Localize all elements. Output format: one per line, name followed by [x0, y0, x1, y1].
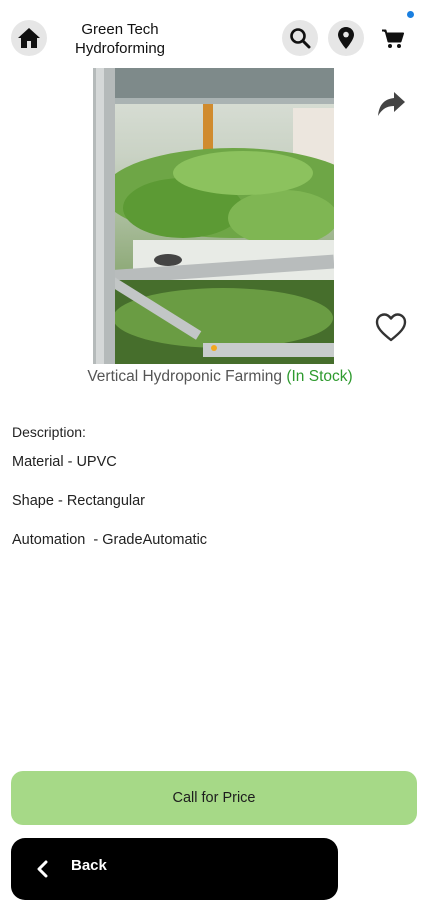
- back-label: Back: [71, 857, 107, 874]
- brand-line-2: Hydroforming: [74, 40, 166, 57]
- share-icon: [378, 92, 405, 116]
- search-button[interactable]: [282, 20, 318, 56]
- back-button[interactable]: Back: [11, 838, 338, 900]
- search-icon: [290, 28, 311, 49]
- notification-dot: [407, 11, 414, 18]
- spec-shape: Shape - Rectangular: [12, 493, 145, 509]
- stock-status: (In Stock): [286, 368, 353, 385]
- brand-name: Green Tech Hydroforming: [58, 20, 182, 58]
- home-button[interactable]: [11, 20, 47, 56]
- carousel-indicator: [211, 345, 217, 351]
- app-header: Green Tech Hydroforming: [0, 0, 427, 70]
- product-name: Vertical Hydroponic Farming: [87, 368, 283, 385]
- spec-automation: Automation - GradeAutomatic: [12, 532, 208, 548]
- share-button[interactable]: [375, 90, 407, 120]
- call-for-price-button[interactable]: Call for Price: [11, 771, 417, 825]
- heart-icon: [375, 313, 407, 342]
- spec-material: Material - UPVC: [12, 454, 117, 470]
- home-icon: [18, 28, 40, 48]
- product-image[interactable]: [93, 68, 334, 364]
- chevron-left-icon: [37, 860, 48, 878]
- cart-icon: [382, 29, 404, 48]
- brand-line-1: Green Tech: [81, 21, 159, 38]
- location-button[interactable]: [328, 20, 364, 56]
- favorite-button[interactable]: [374, 311, 408, 345]
- cart-button[interactable]: [378, 24, 408, 54]
- location-pin-icon: [338, 27, 354, 49]
- product-title: Vertical Hydroponic Farming (In Stock): [0, 368, 427, 386]
- hydroponic-rack-photo: [93, 68, 334, 364]
- description-label: Description:: [12, 424, 86, 440]
